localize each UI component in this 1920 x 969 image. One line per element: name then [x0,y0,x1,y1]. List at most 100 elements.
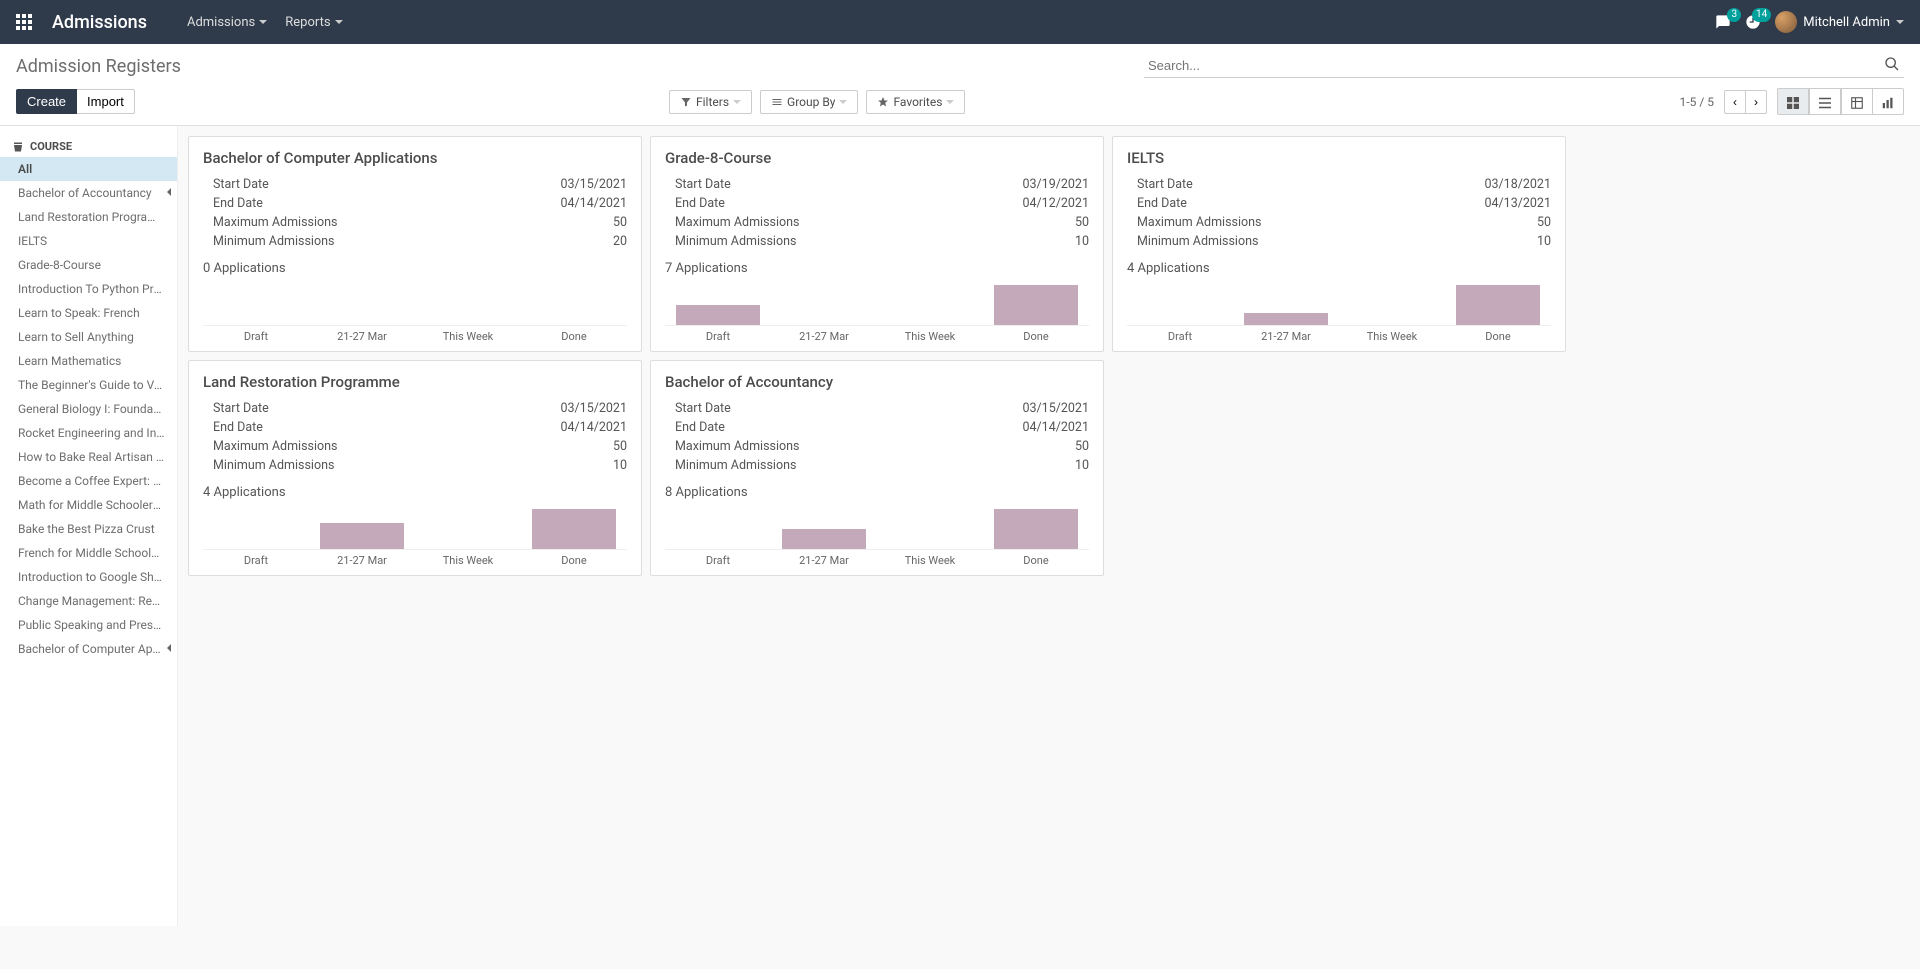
sidebar-item[interactable]: All [0,157,177,181]
info-row: Maximum Admissions50 [675,437,1089,456]
chart-category-label: 21-27 Mar [771,330,877,343]
control-panel: Admission Registers Create Import Filter… [0,44,1920,126]
register-card[interactable]: IELTSStart Date03/18/2021End Date04/13/2… [1112,136,1566,352]
chart-category-label: Draft [203,554,309,567]
sidebar-item[interactable]: Bake the Best Pizza Crust [0,517,177,541]
info-value: 04/14/2021 [560,420,627,435]
sidebar-item[interactable]: Learn to Speak: French [0,301,177,325]
activity-icon[interactable]: 14 [1745,14,1761,30]
search-input[interactable] [1144,54,1904,78]
sidebar-item[interactable]: Bachelor of Computer Ap… [0,637,177,661]
pager-text: 1-5 / 5 [1680,95,1714,109]
top-navbar: Admissions Admissions Reports 3 14 Mitch… [0,0,1920,44]
info-row: Minimum Admissions10 [1137,232,1551,251]
info-label: Start Date [675,177,731,192]
chart-category-label: Done [1445,330,1551,343]
info-value: 10 [1075,458,1089,473]
sidebar-item[interactable]: Introduction To Python Progr… [0,277,177,301]
import-button[interactable]: Import [77,89,135,114]
messages-badge: 3 [1727,8,1741,22]
info-row: Minimum Admissions20 [213,232,627,251]
chart-labels: Draft21-27 MarThis WeekDone [665,330,1089,343]
chart-category-label: Draft [665,554,771,567]
info-value: 50 [1075,439,1089,454]
sidebar-item[interactable]: French for Middle Schoolers [0,541,177,565]
sidebar-item[interactable]: Grade-8-Course [0,253,177,277]
applications-count: 8 Applications [665,485,1089,500]
register-card[interactable]: Grade-8-CourseStart Date03/19/2021End Da… [650,136,1104,352]
register-card[interactable]: Bachelor of AccountancyStart Date03/15/2… [650,360,1104,576]
pager-prev-button[interactable]: ‹ [1724,90,1746,114]
chart-bar [1456,285,1541,325]
search-icon[interactable] [1884,56,1900,76]
info-row: Minimum Admissions10 [675,232,1089,251]
chart-bar [782,529,867,549]
filters-button[interactable]: Filters [669,90,752,114]
chevron-down-icon [1896,20,1904,24]
view-list-button[interactable] [1809,88,1841,115]
info-label: End Date [1137,196,1187,211]
apps-icon[interactable] [16,14,32,30]
info-label: Start Date [213,401,269,416]
sidebar-item[interactable]: Change Management: Real … [0,589,177,613]
info-value: 04/14/2021 [1022,420,1089,435]
sidebar-item[interactable]: Introduction to Google Sheets [0,565,177,589]
sidebar-item[interactable]: Public Speaking and Present… [0,613,177,637]
sidebar-item[interactable]: The Beginner's Guide to Veg… [0,373,177,397]
info-value: 03/15/2021 [560,177,627,192]
brand-title[interactable]: Admissions [52,12,147,33]
chart-bar [676,305,761,325]
sidebar-item[interactable]: Rocket Engineering and Inte… [0,421,177,445]
sidebar-item[interactable]: Bachelor of Accountancy [0,181,177,205]
chevron-down-icon [839,100,847,104]
chevron-down-icon [259,20,267,24]
user-menu[interactable]: Mitchell Admin [1775,11,1904,33]
info-row: Start Date03/15/2021 [213,175,627,194]
sidebar-item[interactable]: Math for Middle Schoolers: S… [0,493,177,517]
create-button[interactable]: Create [16,89,77,114]
info-row: Start Date 03/19/2021 [675,175,1089,194]
nav-menu-reports[interactable]: Reports [285,15,342,30]
sidebar-item[interactable]: Learn to Sell Anything [0,325,177,349]
messages-icon[interactable]: 3 [1715,14,1731,30]
info-label: Minimum Admissions [675,234,796,249]
sidebar-item[interactable]: Land Restoration Programme [0,205,177,229]
pager-next-button[interactable]: › [1746,90,1767,114]
info-value: 03/19/2021 [1022,177,1089,192]
sidebar-item[interactable]: Become a Coffee Expert: Ho… [0,469,177,493]
chart-bar [994,509,1079,549]
info-label: Minimum Admissions [1137,234,1258,249]
info-value: 50 [1075,215,1089,230]
chart-category-label: Draft [665,330,771,343]
nav-menu-admissions[interactable]: Admissions [187,15,267,30]
chart-bar [994,285,1079,325]
view-graph-button[interactable] [1873,88,1904,115]
favorites-button[interactable]: Favorites [866,90,965,114]
info-value: 10 [613,458,627,473]
sidebar-item[interactable]: IELTS [0,229,177,253]
register-card[interactable]: Land Restoration ProgrammeStart Date03/1… [188,360,642,576]
card-title: Bachelor of Computer Applications [203,149,627,167]
info-label: Minimum Admissions [213,458,334,473]
sidebar-item[interactable]: Learn Mathematics [0,349,177,373]
info-row: Minimum Admissions 10 [675,456,1089,475]
chart-category-label: 21-27 Mar [771,554,877,567]
info-label: Minimum Admissions [675,458,796,473]
view-pivot-button[interactable] [1841,88,1873,115]
chevron-down-icon [335,20,343,24]
card-title: IELTS [1127,149,1551,167]
info-row: End Date04/12/2021 [675,194,1089,213]
sidebar-item[interactable]: General Biology I: Foundatio… [0,397,177,421]
view-kanban-button[interactable] [1777,88,1809,115]
mini-chart [665,282,1089,326]
register-card[interactable]: Bachelor of Computer Applications Start D… [188,136,642,352]
sidebar-header-label: COURSE [30,140,72,153]
groupby-button[interactable]: Group By [760,90,858,114]
applications-count: 0 Applications [203,261,627,276]
info-value: 50 [613,215,627,230]
info-label: Maximum Admissions [1137,215,1262,230]
info-row: Start Date03/15/2021 [213,399,627,418]
sidebar-item[interactable]: How to Bake Real Artisan Br… [0,445,177,469]
chart-labels: Draft21-27 MarThis WeekDone [203,330,627,343]
info-row: Start Date03/18/2021 [1137,175,1551,194]
